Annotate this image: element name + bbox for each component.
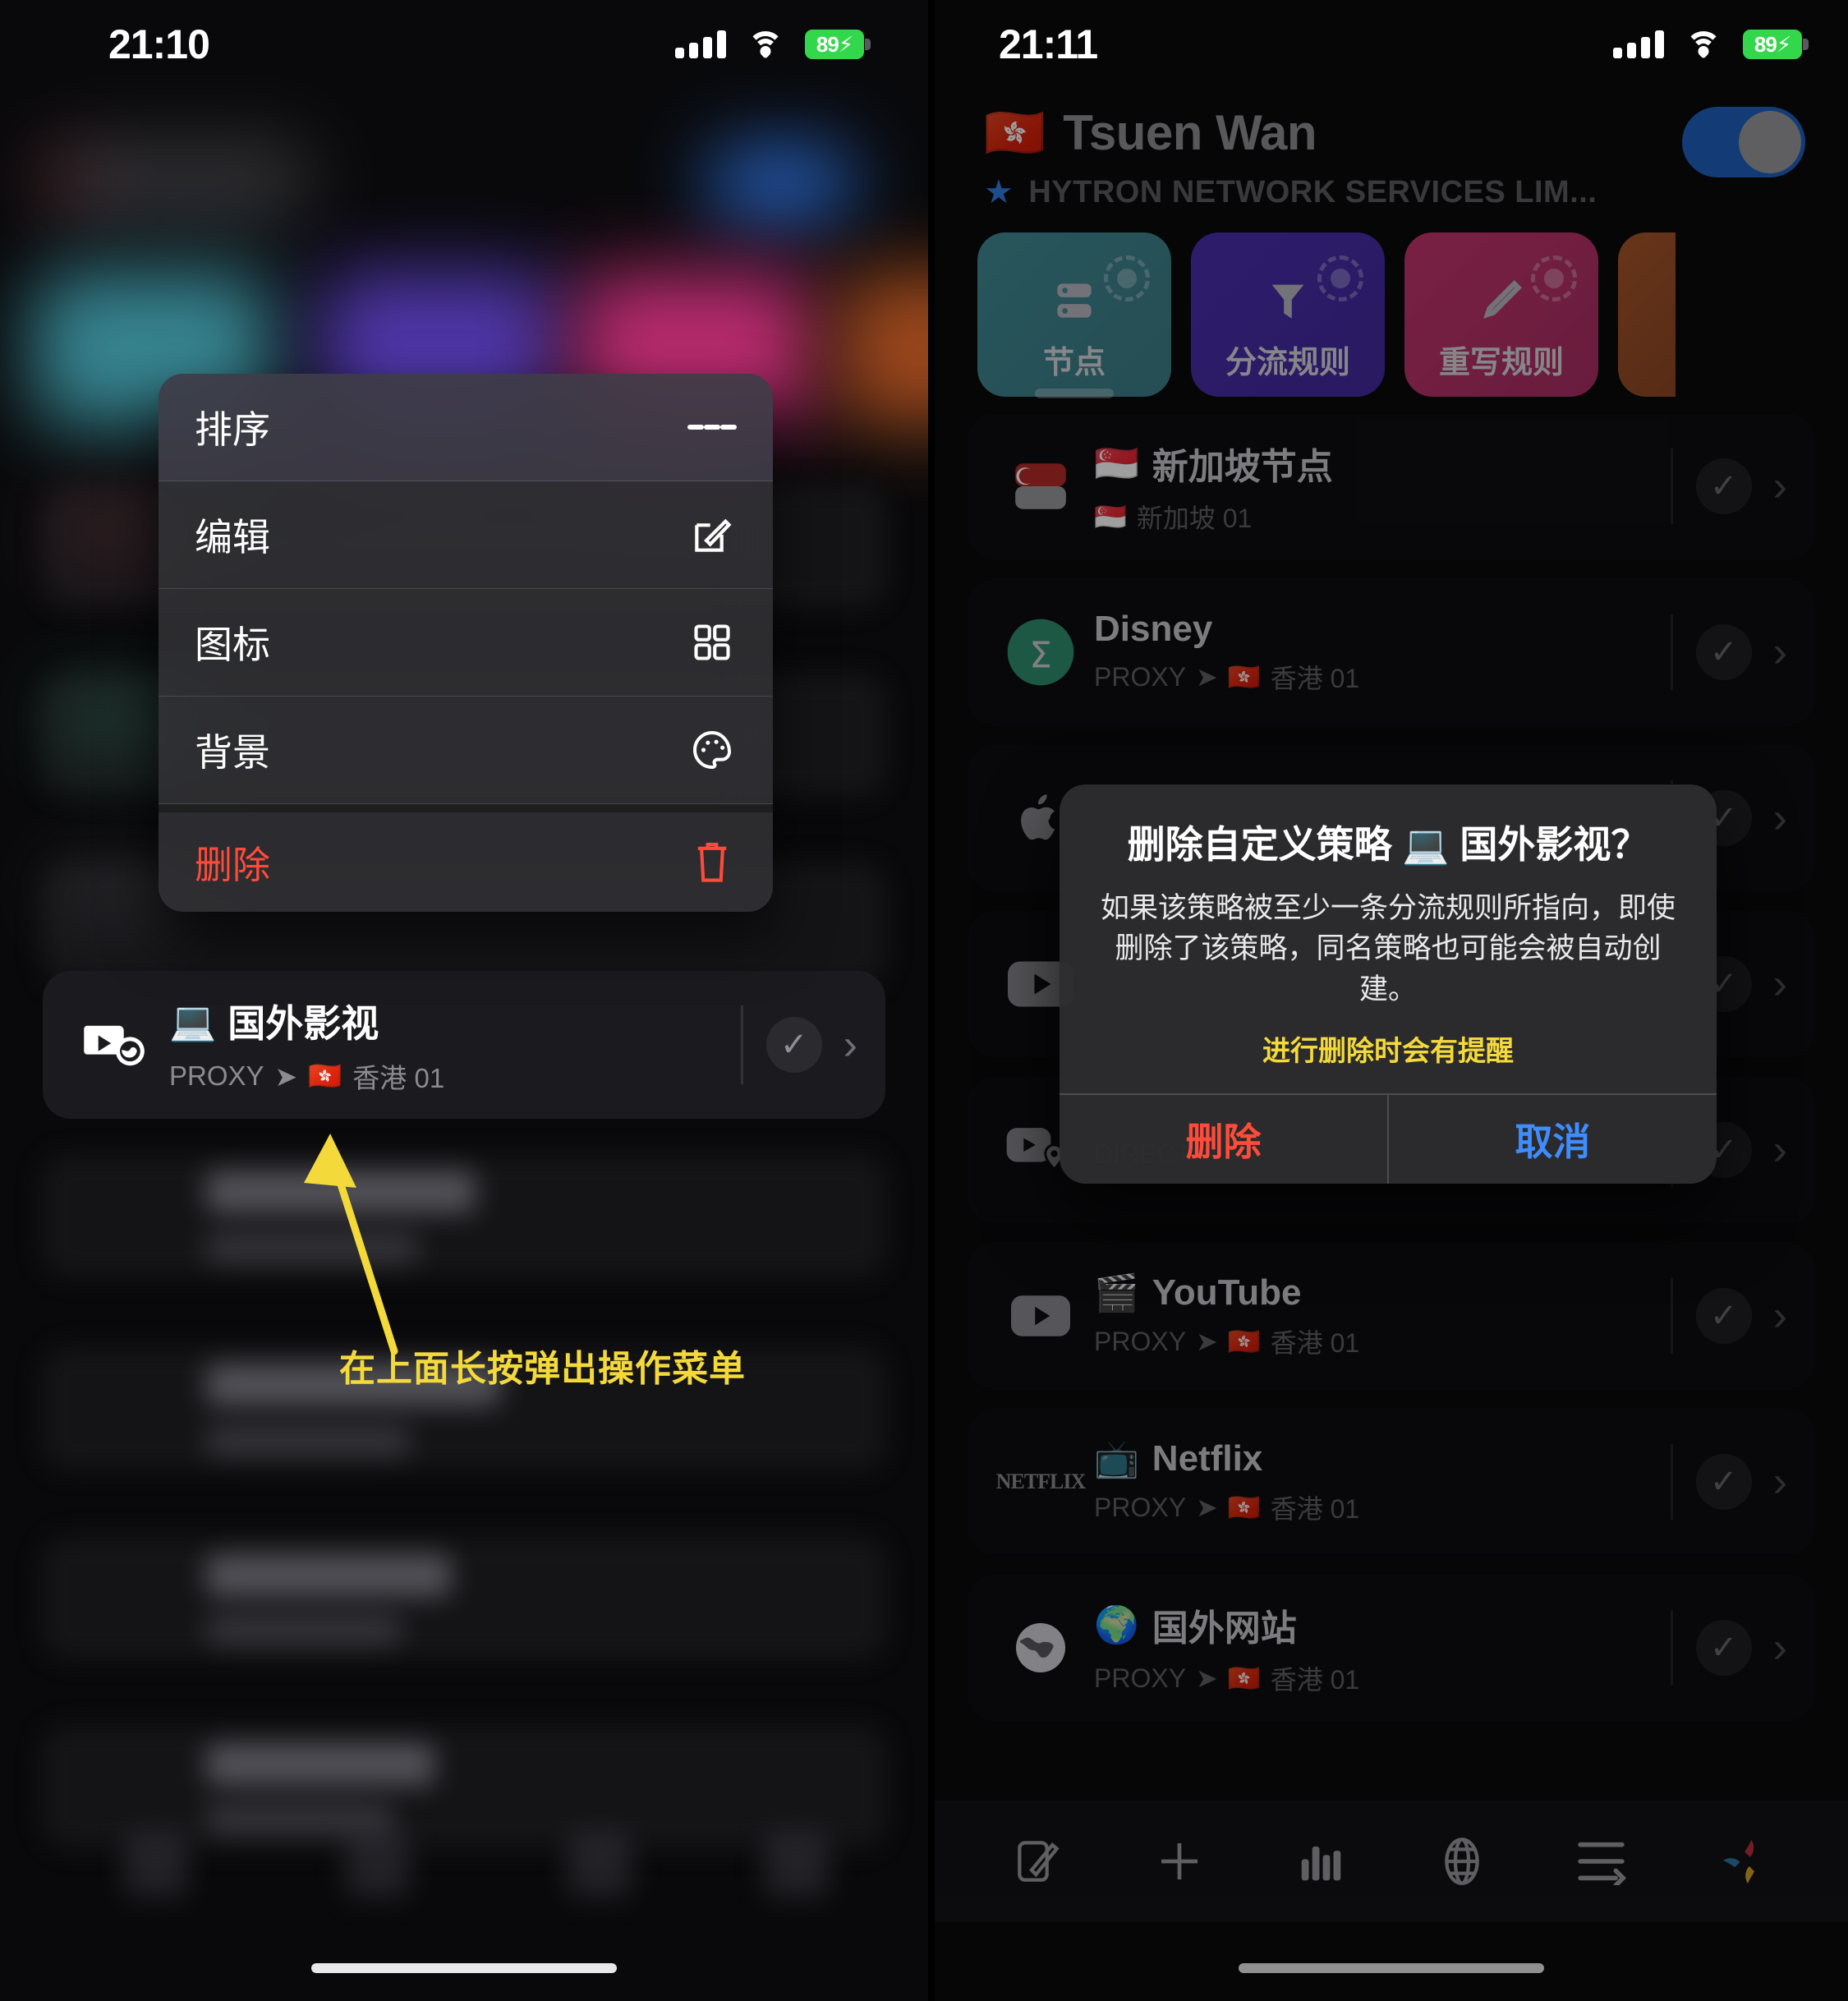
video-globe-icon (71, 1019, 161, 1070)
dual-screenshot: 21:10 89 ⚡ 排序 编辑 图标 背景 删除 💻 国外影视 PROXY ➤… (0, 0, 1848, 2001)
context-menu-label-sort: 排序 (195, 408, 270, 451)
cellular-bars-icon (1613, 30, 1664, 58)
context-menu-item-sort[interactable]: 排序 (159, 374, 773, 481)
battery-icon: 89 ⚡ (1743, 30, 1809, 59)
left-screen: 21:10 89 ⚡ 排序 编辑 图标 背景 删除 💻 国外影视 PROXY ➤… (0, 0, 928, 2001)
annotation-arrow (304, 1134, 398, 1355)
trash-icon (687, 838, 737, 887)
alert-title: 删除自定义策略 💻 国外影视？ (1127, 823, 1649, 866)
context-menu-item-background[interactable]: 背景 (159, 697, 773, 804)
chevron-right-icon[interactable]: › (844, 1020, 857, 1070)
policy-card-highlighted[interactable]: 💻 国外影视 PROXY ➤ 🇭🇰 香港 01 ✓ › (43, 971, 885, 1119)
alert-cancel-button[interactable]: 取消 (1387, 1094, 1717, 1184)
arrow-glyph: ➤ (274, 1060, 298, 1092)
context-menu-label-edit: 编辑 (195, 516, 270, 559)
policy-card-subtitle: PROXY ➤ 🇭🇰 香港 01 (169, 1060, 445, 1094)
home-indicator-left[interactable] (311, 1963, 617, 1973)
clock-right: 21:11 (999, 21, 1098, 67)
context-menu-item-icon[interactable]: 图标 (159, 589, 773, 697)
check-circle-icon[interactable]: ✓ (765, 1017, 822, 1073)
context-menu-label-icon: 图标 (195, 623, 270, 666)
palette-icon (687, 725, 737, 775)
battery-icon: 89 ⚡ (805, 30, 871, 59)
annotation-text: 在上面长按弹出操作菜单 (339, 1349, 746, 1389)
alert-message: 如果该策略被至少一条分流规则所指向，即使删除了该策略，同名策略也可能会被自动创建… (1100, 891, 1676, 1006)
context-menu-item-delete[interactable]: 删除 (159, 804, 773, 912)
cellular-bars-icon (675, 30, 726, 58)
alert-annotation-note: 进行删除时会有提醒 (1262, 1035, 1514, 1067)
alert-delete-button[interactable]: 删除 (1060, 1095, 1387, 1184)
grid-icon (687, 618, 737, 667)
pencil-square-icon (687, 510, 737, 559)
status-bar-right: 21:11 89 ⚡ (935, 0, 1848, 89)
battery-level-left: 89 (816, 31, 839, 57)
policy-card-emoji: 💻 (169, 999, 217, 1042)
hamburger-icon (687, 402, 737, 452)
divider (740, 1005, 743, 1084)
wifi-icon (747, 30, 784, 59)
context-menu-item-edit[interactable]: 编辑 (159, 481, 773, 589)
policy-card-name: 💻 国外影视 (169, 999, 379, 1046)
flag-emoji: 🇭🇰 (308, 1060, 342, 1091)
context-menu-label-delete: 删除 (195, 843, 270, 886)
screen-divider (928, 0, 935, 2001)
clock-left: 21:10 (108, 21, 210, 67)
context-menu-label-background: 背景 (195, 731, 270, 774)
right-screen: 21:11 89 ⚡ 🇭🇰 Tsuen Wan ★ HYTRON NETWORK … (935, 0, 1848, 2001)
delete-policy-alert: 删除自定义策略 💻 国外影视？ 如果该策略被至少一条分流规则所指向，即使删除了该… (1060, 784, 1717, 1184)
context-menu[interactable]: 排序 编辑 图标 背景 删除 (159, 374, 773, 912)
battery-level-right: 89 (1754, 31, 1777, 57)
status-bar-left: 21:10 89 ⚡ (0, 0, 928, 89)
wifi-icon (1685, 30, 1722, 59)
